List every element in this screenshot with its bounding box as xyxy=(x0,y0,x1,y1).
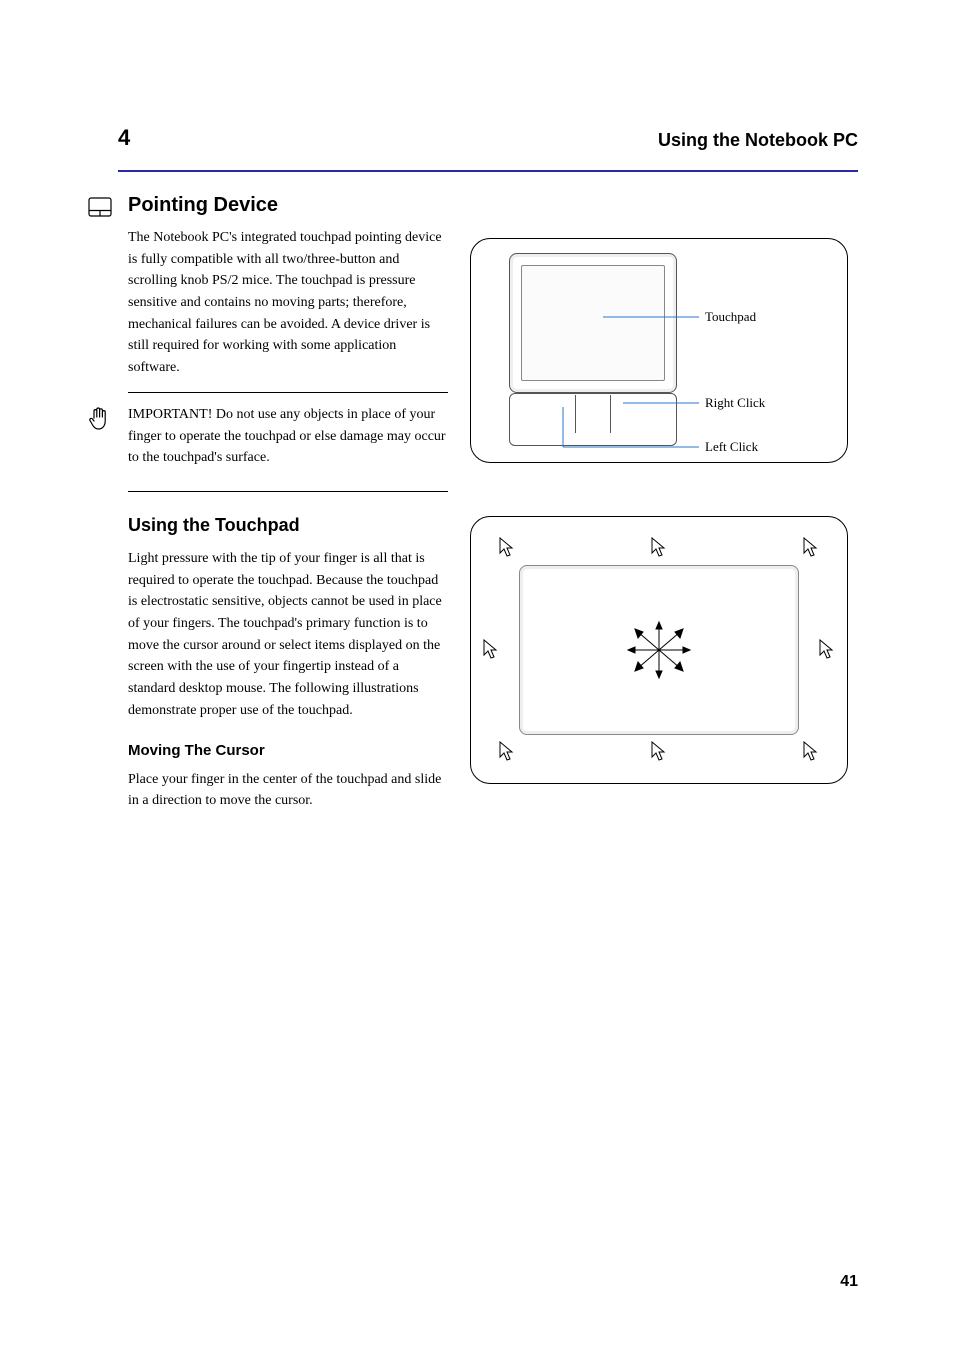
callout-left-click: Left Click xyxy=(705,439,758,455)
cursor-icon xyxy=(803,537,819,559)
paragraph-intro: The Notebook PC's integrated touchpad po… xyxy=(128,227,448,379)
cursor-icon xyxy=(803,741,819,763)
touchpad-icon xyxy=(88,197,112,217)
header-rule xyxy=(118,170,858,172)
figure-cursor-directions xyxy=(470,516,848,784)
eight-way-arrows-icon xyxy=(624,620,694,680)
paragraph-moving: Place your finger in the center of the t… xyxy=(128,769,448,812)
note-divider-top xyxy=(128,392,448,393)
paragraph-using: Light pressure with the tip of your fing… xyxy=(128,548,448,722)
callout-right-click: Right Click xyxy=(705,395,765,411)
section-title: Pointing Device xyxy=(128,194,278,217)
subheading-using: Using the Touchpad xyxy=(128,512,448,540)
chapter-header: 4 Using the Notebook PC xyxy=(118,125,858,151)
note-divider-bottom xyxy=(128,491,448,492)
callout-touchpad: Touchpad xyxy=(705,309,756,325)
page-number: 41 xyxy=(840,1273,858,1291)
body-column: Using the Touchpad Light pressure with t… xyxy=(128,512,448,812)
note-important: IMPORTANT! Do not use any objects in pla… xyxy=(128,404,448,469)
hand-stop-icon xyxy=(88,406,110,434)
cursor-icon xyxy=(651,537,667,559)
chapter-number: 4 xyxy=(118,125,130,151)
chapter-title: Using the Notebook PC xyxy=(658,130,858,151)
cursor-icon xyxy=(499,741,515,763)
cursor-icon xyxy=(499,537,515,559)
cursor-icon xyxy=(819,639,835,661)
subheading-moving: Moving The Cursor xyxy=(128,739,448,762)
cursor-icon xyxy=(651,741,667,763)
cursor-icon xyxy=(483,639,499,661)
figure-touchpad-assembly: Touchpad Right Click Left Click xyxy=(470,238,848,463)
leader-lines xyxy=(471,239,847,462)
